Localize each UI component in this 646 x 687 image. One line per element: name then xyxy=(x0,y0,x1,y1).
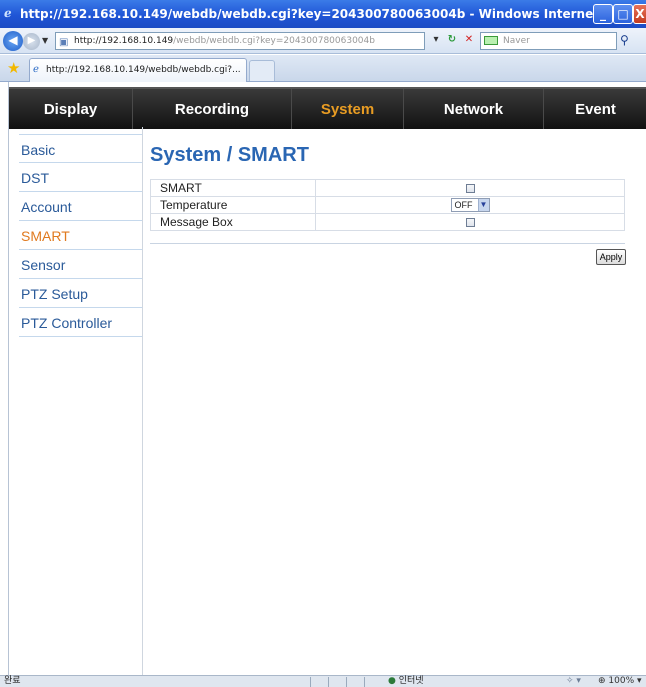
status-bar: 완료 ● 인터넷 ✧ ▾ ⊕ 100% ▾ xyxy=(0,675,646,687)
sidebar-item-smart[interactable]: SMART xyxy=(19,221,142,250)
setting-row-message-box: Message Box xyxy=(150,213,625,231)
setting-row-temperature: Temperature OFF ▼ xyxy=(150,196,625,214)
temperature-select-value: OFF xyxy=(454,200,473,211)
tab-title: http://192.168.10.149/webdb/webdb.cgi?..… xyxy=(46,65,241,75)
address-dropdown-icon[interactable]: ▾ xyxy=(430,33,442,47)
url-host: http://192.168.10.149 xyxy=(74,36,174,46)
tab-bar: ★ ℯ http://192.168.10.149/webdb/webdb.cg… xyxy=(0,55,646,82)
status-divider xyxy=(310,677,311,687)
security-zone[interactable]: ● 인터넷 xyxy=(388,676,424,687)
back-button[interactable]: ◀ xyxy=(3,31,23,51)
search-provider-icon xyxy=(484,36,498,45)
nav-display[interactable]: Display xyxy=(9,89,133,129)
ie-logo-icon: ℯ xyxy=(4,6,12,20)
setting-row-smart: SMART xyxy=(150,179,625,197)
message-box-checkbox[interactable] xyxy=(465,218,475,228)
top-navigation: Display Recording System Network Event xyxy=(9,87,646,129)
nav-recording-label: Recording xyxy=(174,100,250,118)
status-divider xyxy=(364,677,365,687)
globe-icon: ● xyxy=(388,676,396,686)
sidebar-divider xyxy=(142,127,143,675)
setting-value-message-box xyxy=(315,213,625,231)
zone-label: 인터넷 xyxy=(398,676,424,686)
sidebar-item-ptz-setup[interactable]: PTZ Setup xyxy=(19,279,142,308)
refresh-icon[interactable]: ↻ xyxy=(444,33,460,47)
sidebar-item-ptz-controller[interactable]: PTZ Controller xyxy=(19,308,142,337)
stop-icon[interactable]: ✕ xyxy=(461,33,477,47)
minimize-button[interactable]: _ xyxy=(593,4,613,24)
nav-recording[interactable]: Recording xyxy=(133,89,292,129)
setting-label-message-box: Message Box xyxy=(150,213,316,231)
search-input[interactable]: Naver xyxy=(480,32,617,50)
window-titlebar: ℯ http://192.168.10.149/webdb/webdb.cgi?… xyxy=(0,0,646,28)
zoom-level[interactable]: ⊕ 100% ▾ xyxy=(598,676,642,687)
sidebar-item-account[interactable]: Account xyxy=(19,192,142,221)
forward-button[interactable]: ▶ xyxy=(23,33,40,50)
nav-network-label: Network xyxy=(443,100,504,118)
web-content: Display Recording System Network Event B… xyxy=(8,82,646,675)
status-text: 완료 xyxy=(4,676,21,686)
url-path: /webdb/webdb.cgi?key=204300780063004b xyxy=(173,36,375,46)
setting-value-temperature: OFF ▼ xyxy=(315,196,625,214)
nav-display-label: Display xyxy=(43,100,98,118)
setting-label-smart: SMART xyxy=(150,179,316,197)
page-icon: ▣ xyxy=(59,37,69,48)
chevron-down-icon: ▼ xyxy=(477,199,489,212)
history-dropdown-icon[interactable]: ▼ xyxy=(42,36,48,45)
favorites-star-icon[interactable]: ★ xyxy=(7,59,20,77)
nav-system[interactable]: System xyxy=(292,89,404,129)
tab-page-icon: ℯ xyxy=(33,64,39,75)
settings-table: SMART Temperature OFF ▼ Message Box xyxy=(150,179,625,231)
nav-event[interactable]: Event xyxy=(544,89,646,129)
temperature-select[interactable]: OFF ▼ xyxy=(450,198,490,213)
nav-system-label: System xyxy=(320,100,375,118)
setting-label-temperature: Temperature xyxy=(150,196,316,214)
new-tab-button[interactable] xyxy=(249,60,275,81)
nav-network[interactable]: Network xyxy=(404,89,544,129)
page-title: System / SMART xyxy=(150,144,309,166)
browser-tab[interactable]: ℯ http://192.168.10.149/webdb/webdb.cgi?… xyxy=(29,58,247,82)
search-icon[interactable]: ⚲ xyxy=(620,33,629,47)
status-divider xyxy=(346,677,347,687)
nav-event-label: Event xyxy=(575,100,616,118)
maximize-button[interactable]: □ xyxy=(613,4,633,24)
smart-checkbox[interactable] xyxy=(465,184,475,194)
address-input[interactable]: ▣ http://192.168.10.149/webdb/webdb.cgi?… xyxy=(55,32,425,50)
zoom-value: 100% xyxy=(608,676,635,686)
sidebar-item-dst[interactable]: DST xyxy=(19,163,142,192)
status-divider xyxy=(328,677,329,687)
apply-button[interactable]: Apply xyxy=(596,249,626,265)
sidebar-item-sensor[interactable]: Sensor xyxy=(19,250,142,279)
address-toolbar: ◀ ▶ ▼ ▣ http://192.168.10.149/webdb/webd… xyxy=(0,28,646,54)
protected-mode-icon[interactable]: ✧ ▾ xyxy=(566,676,581,687)
close-button[interactable]: X xyxy=(633,4,646,24)
sidebar-item-basic[interactable]: Basic xyxy=(19,134,142,163)
window-title: http://192.168.10.149/webdb/webdb.cgi?ke… xyxy=(20,7,646,21)
setting-value-smart xyxy=(315,179,625,197)
search-placeholder: Naver xyxy=(503,36,530,46)
sidebar: Basic DST Account SMART Sensor PTZ Setup… xyxy=(19,134,142,337)
section-divider xyxy=(150,243,625,244)
